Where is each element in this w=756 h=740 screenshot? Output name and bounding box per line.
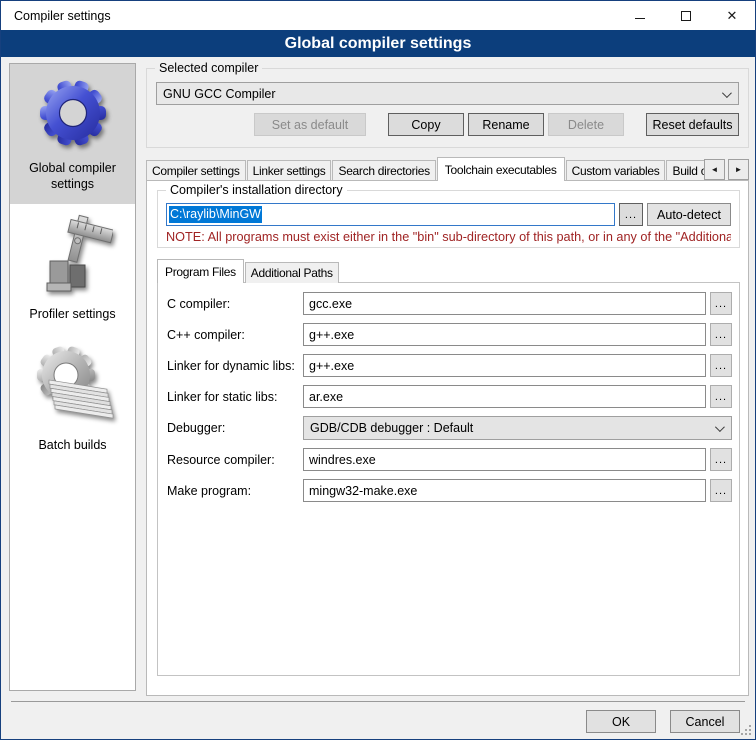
debugger-label: Debugger: [167, 421, 303, 435]
browse-directory-button[interactable]: ... [619, 203, 643, 226]
compiler-select[interactable]: GNU GCC Compiler [156, 82, 739, 105]
tab-toolchain-executables[interactable]: Toolchain executables [437, 157, 565, 181]
maximize-button[interactable] [663, 1, 709, 30]
settings-tab-bar: Compiler settings Linker settings Search… [146, 157, 749, 181]
static-linker-browse-button[interactable]: ... [710, 385, 732, 408]
tab-custom-variables[interactable]: Custom variables [566, 160, 666, 181]
c-compiler-browse-button[interactable]: ... [710, 292, 732, 315]
close-icon: ✕ [727, 9, 738, 22]
sidebar-item-label: Batch builds [38, 437, 106, 453]
settings-category-list: Global compiler settings [9, 63, 136, 691]
compiler-select-value: GNU GCC Compiler [163, 87, 276, 101]
installation-directory-row: C:\raylib\MinGW ... Auto-detect [166, 203, 731, 226]
copy-button[interactable]: Copy [388, 113, 464, 136]
cancel-button[interactable]: Cancel [670, 710, 740, 733]
make-program-browse-button[interactable]: ... [710, 479, 732, 502]
chevron-down-icon [715, 422, 725, 432]
sidebar-item-label: Profiler settings [29, 306, 115, 322]
gray-gear-stack-icon [31, 342, 115, 430]
tab-search-directories[interactable]: Search directories [332, 160, 435, 181]
debugger-row: Debugger: GDB/CDB debugger : Default [167, 416, 732, 440]
maximize-icon [681, 11, 691, 21]
auto-detect-button[interactable]: Auto-detect [647, 203, 731, 226]
set-as-default-button[interactable]: Set as default [254, 113, 366, 136]
debugger-select-value: GDB/CDB debugger : Default [310, 421, 473, 435]
reset-defaults-button[interactable]: Reset defaults [646, 113, 739, 136]
window-controls: ✕ [617, 1, 755, 30]
c-compiler-input[interactable] [303, 292, 706, 315]
dynamic-linker-browse-button[interactable]: ... [710, 354, 732, 377]
dynamic-linker-row: Linker for dynamic libs: ... [167, 354, 732, 377]
tab-program-files[interactable]: Program Files [157, 259, 244, 283]
sidebar-item-global-compiler-settings[interactable]: Global compiler settings [10, 64, 135, 204]
rename-button[interactable]: Rename [468, 113, 544, 136]
debugger-select[interactable]: GDB/CDB debugger : Default [303, 416, 732, 440]
footer-divider [11, 701, 745, 702]
selected-compiler-group: Selected compiler GNU GCC Compiler Set a… [146, 68, 749, 148]
blue-gear-icon [33, 73, 113, 153]
c-compiler-label: C compiler: [167, 297, 303, 311]
sidebar-item-label: Global compiler settings [12, 160, 133, 193]
sidebar-item-profiler-settings[interactable]: Profiler settings [10, 204, 135, 333]
close-button[interactable]: ✕ [709, 1, 755, 30]
resource-compiler-label: Resource compiler: [167, 453, 303, 467]
window-title: Compiler settings [14, 9, 111, 23]
minimize-icon [635, 18, 645, 19]
program-files-panel: C compiler: ... C++ compiler: ... Linker… [157, 282, 740, 676]
static-linker-row: Linker for static libs: ... [167, 385, 732, 408]
cpp-compiler-browse-button[interactable]: ... [710, 323, 732, 346]
sidebar-item-batch-builds[interactable]: Batch builds [10, 333, 135, 464]
selected-compiler-group-label: Selected compiler [155, 61, 262, 75]
minimize-button[interactable] [617, 1, 663, 30]
dialog-heading-text: Global compiler settings [285, 35, 472, 53]
compiler-buttons-row: Set as default Copy Rename Delete Reset … [156, 113, 739, 136]
make-program-row: Make program: ... [167, 479, 732, 502]
installation-directory-group-label: Compiler's installation directory [166, 183, 347, 197]
caliper-icon [33, 213, 113, 299]
make-program-input[interactable] [303, 479, 706, 502]
tab-scroll-left-button[interactable]: ◄ [704, 159, 725, 180]
cpp-compiler-label: C++ compiler: [167, 328, 303, 342]
program-files-tab-bar: Program Files Additional Paths [157, 259, 740, 283]
static-linker-label: Linker for static libs: [167, 390, 303, 404]
make-program-label: Make program: [167, 484, 303, 498]
resource-compiler-row: Resource compiler: ... [167, 448, 732, 471]
delete-button[interactable]: Delete [548, 113, 624, 136]
tab-scroll-right-button[interactable]: ► [728, 159, 749, 180]
resource-compiler-browse-button[interactable]: ... [710, 448, 732, 471]
dialog-heading: Global compiler settings [1, 30, 755, 57]
bin-subdirectory-note: NOTE: All programs must exist either in … [166, 230, 731, 244]
resize-grip[interactable] [749, 733, 751, 735]
cpp-compiler-row: C++ compiler: ... [167, 323, 732, 346]
installation-directory-input[interactable]: C:\raylib\MinGW [166, 203, 615, 226]
static-linker-input[interactable] [303, 385, 706, 408]
resource-compiler-input[interactable] [303, 448, 706, 471]
installation-directory-value: C:\raylib\MinGW [169, 206, 262, 223]
tab-additional-paths[interactable]: Additional Paths [245, 262, 339, 283]
tab-compiler-settings[interactable]: Compiler settings [146, 160, 246, 181]
footer-buttons: OK Cancel [586, 710, 740, 733]
dynamic-linker-label: Linker for dynamic libs: [167, 359, 303, 373]
ok-button[interactable]: OK [586, 710, 656, 733]
dynamic-linker-input[interactable] [303, 354, 706, 377]
compiler-settings-dialog: Compiler settings ✕ Global compiler sett… [0, 0, 756, 740]
title-bar[interactable]: Compiler settings ✕ [1, 1, 755, 30]
c-compiler-row: C compiler: ... [167, 292, 732, 315]
installation-directory-group: Compiler's installation directory C:\ray… [157, 190, 740, 248]
toolchain-executables-page: Compiler's installation directory C:\ray… [146, 180, 749, 696]
cpp-compiler-input[interactable] [303, 323, 706, 346]
chevron-down-icon [722, 88, 732, 98]
main-panel: Selected compiler GNU GCC Compiler Set a… [146, 61, 749, 696]
tab-linker-settings[interactable]: Linker settings [247, 160, 332, 181]
tab-scrollers: ◄ ► [704, 159, 749, 180]
